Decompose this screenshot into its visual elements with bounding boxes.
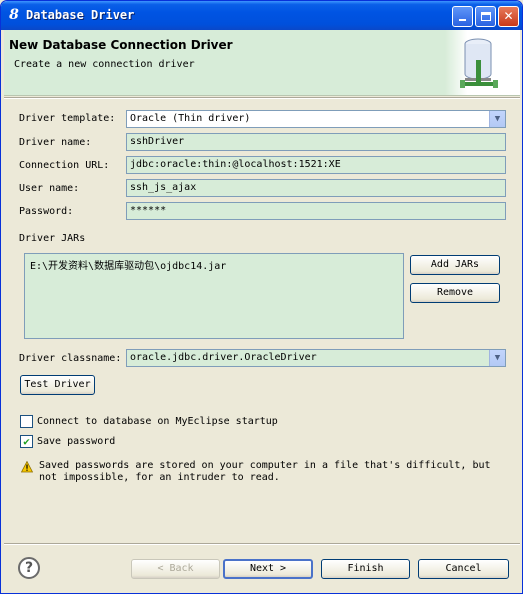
chevron-down-icon[interactable]: ▼: [489, 350, 505, 366]
driver-jars-label: Driver JARs: [19, 233, 86, 244]
maximize-icon: [480, 12, 491, 21]
remove-jar-button[interactable]: Remove: [410, 283, 500, 303]
password-warning-text: Saved passwords are stored on your compu…: [39, 460, 491, 483]
title-bar[interactable]: 8 Database Driver ✕: [1, 1, 522, 30]
chevron-down-icon[interactable]: ▼: [489, 111, 505, 127]
close-button[interactable]: ✕: [498, 6, 519, 27]
wizard-header: New Database Connection Driver Create a …: [4, 30, 520, 96]
maximize-button[interactable]: [475, 6, 496, 27]
connect-on-startup-label[interactable]: Connect to database on MyEclipse startup: [37, 416, 278, 427]
driver-classname-value: oracle.jdbc.driver.OracleDriver: [130, 352, 317, 363]
save-password-label[interactable]: Save password: [37, 436, 115, 447]
password-input[interactable]: ******: [126, 202, 506, 220]
page-title: New Database Connection Driver: [9, 38, 233, 52]
finish-button[interactable]: Finish: [321, 559, 410, 579]
driver-template-label: Driver template:: [19, 113, 116, 124]
add-jars-button[interactable]: Add JARs: [410, 255, 500, 275]
database-driver-window: 8 Database Driver ✕ New Database Connect…: [0, 0, 523, 594]
driver-classname-select[interactable]: oracle.jdbc.driver.OracleDriver ▼: [126, 349, 506, 367]
app-icon: 8: [9, 7, 19, 23]
connection-url-label: Connection URL:: [19, 160, 110, 171]
close-icon: ✕: [503, 9, 514, 23]
header-separator: [4, 97, 520, 99]
checkmark-icon: ✔: [23, 435, 30, 448]
password-label: Password:: [19, 206, 74, 217]
minimize-icon: [459, 19, 466, 21]
connect-on-startup-checkbox[interactable]: [20, 415, 33, 428]
connection-url-input[interactable]: jdbc:oracle:thin:@localhost:1521:XE: [126, 156, 506, 174]
driver-name-input[interactable]: sshDriver: [126, 133, 506, 151]
test-driver-button[interactable]: Test Driver: [20, 375, 95, 395]
save-password-checkbox[interactable]: ✔: [20, 435, 33, 448]
help-icon[interactable]: ?: [18, 557, 40, 579]
driver-jars-list[interactable]: E:\开发资料\数据库驱动包\ojdbc14.jar: [24, 253, 404, 339]
user-name-label: User name:: [19, 183, 80, 194]
warning-icon: [21, 461, 33, 473]
back-button[interactable]: < Back: [131, 559, 220, 579]
list-item[interactable]: E:\开发资料\数据库驱动包\ojdbc14.jar: [30, 257, 398, 272]
driver-classname-label: Driver classname:: [19, 353, 122, 364]
footer-separator: [4, 543, 520, 545]
driver-template-select[interactable]: Oracle (Thin driver) ▼: [126, 110, 506, 128]
next-button[interactable]: Next >: [223, 559, 313, 579]
user-name-input[interactable]: ssh_js_ajax: [126, 179, 506, 197]
page-subtitle: Create a new connection driver: [14, 59, 195, 70]
minimize-button[interactable]: [452, 6, 473, 27]
window-title: Database Driver: [26, 8, 135, 22]
cancel-button[interactable]: Cancel: [418, 559, 509, 579]
driver-template-value: Oracle (Thin driver): [130, 113, 251, 124]
driver-name-label: Driver name:: [19, 137, 92, 148]
database-icon: [445, 30, 520, 95]
